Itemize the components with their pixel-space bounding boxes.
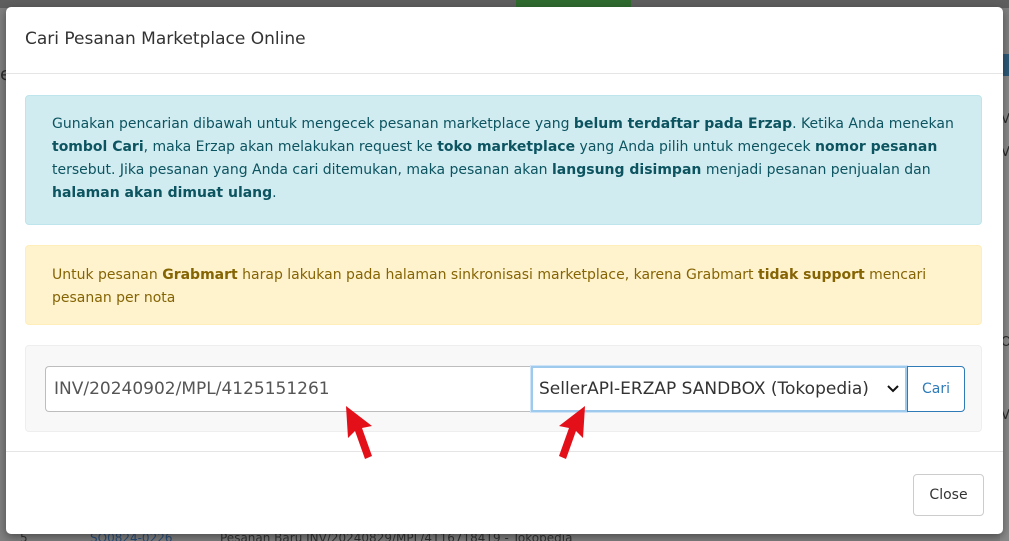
alert-emphasis: tombol Cari — [52, 139, 144, 155]
search-form: SellerAPI-ERZAP SANDBOX (Tokopedia) Cari — [25, 345, 982, 432]
alert-emphasis: langsung disimpan — [552, 162, 702, 178]
alert-text: tersebut. Jika pesanan yang Anda cari di… — [52, 162, 552, 178]
alert-text: yang Anda pilih untuk mengecek — [575, 139, 816, 155]
close-button[interactable]: Close — [913, 474, 984, 516]
alert-text: Untuk pesanan — [52, 267, 163, 283]
chevron-down-icon — [887, 382, 899, 397]
search-button[interactable]: Cari — [907, 366, 965, 412]
red-arrow-icon — [346, 406, 372, 459]
modal-title: Cari Pesanan Marketplace Online — [25, 29, 306, 49]
alert-emphasis: tidak support — [758, 267, 865, 283]
alert-text: Gunakan pencarian dibawah untuk mengecek… — [52, 116, 574, 132]
search-order-modal: Cari Pesanan Marketplace Online Gunakan … — [6, 7, 1003, 534]
alert-emphasis: nomor pesanan — [815, 139, 938, 155]
modal-footer: Close — [6, 451, 1003, 534]
alert-text: . Ketika Anda menekan — [792, 116, 954, 132]
order-number-input[interactable] — [45, 366, 531, 412]
alert-text: . — [272, 185, 277, 201]
alert-text: menjadi pesanan penjualan dan — [701, 162, 931, 178]
red-arrow-icon — [559, 406, 585, 459]
info-alert: Gunakan pencarian dibawah untuk mengecek… — [25, 95, 982, 225]
alert-emphasis: halaman akan dimuat ulang — [52, 185, 273, 201]
alert-emphasis: belum terdaftar pada Erzap — [573, 116, 793, 132]
alert-emphasis: Grabmart — [162, 267, 238, 283]
store-select-value: SellerAPI-ERZAP SANDBOX (Tokopedia) — [539, 379, 869, 399]
alert-text: harap lakukan pada halaman sinkronisasi … — [237, 267, 758, 283]
modal-header: Cari Pesanan Marketplace Online — [6, 7, 1003, 74]
alert-text: , maka Erzap akan melakukan request ke — [143, 139, 438, 155]
warning-alert: Untuk pesanan Grabmart harap lakukan pad… — [25, 245, 982, 325]
alert-emphasis: toko marketplace — [437, 139, 576, 155]
